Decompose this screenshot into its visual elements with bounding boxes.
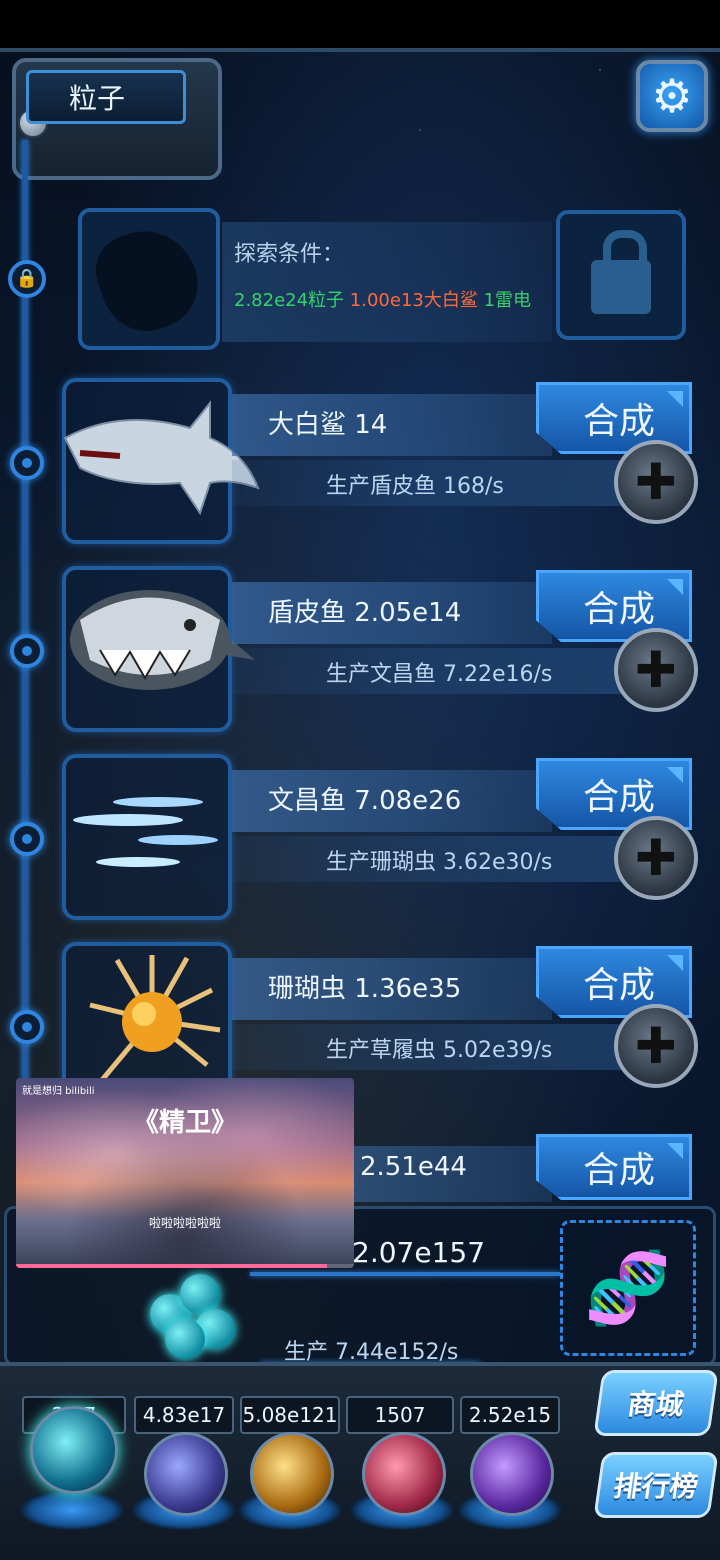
page-title: 粒子 — [26, 70, 186, 124]
merge-button[interactable]: 合成 — [536, 1134, 692, 1200]
video-title: 《精卫》 — [132, 1108, 237, 1138]
production-text: 生产文昌鱼 7.22e16/s — [326, 662, 553, 687]
plus-button[interactable]: ✚ — [614, 1004, 698, 1088]
plus-button[interactable]: ✚ — [614, 628, 698, 712]
creature-row: 大白鲨 14 合成 生产盾皮鱼 168/s ✚ — [0, 378, 720, 558]
req-shark: 1.00e13大白鲨 — [349, 290, 478, 311]
plus-button[interactable]: ✚ — [614, 816, 698, 900]
production-text: 生产珊瑚虫 3.62e30/s — [326, 850, 553, 875]
video-tag: 就是想归 bilibili — [22, 1086, 95, 1097]
req-particles: 2.82e24粒子 — [234, 290, 345, 311]
lightning-orb-icon[interactable] — [144, 1432, 228, 1516]
dunkleosteus-icon — [40, 580, 260, 710]
coral-polyp-icon — [82, 950, 222, 1090]
video-subtitle: 啦啦啦啦啦啦 — [148, 1216, 221, 1230]
video-overlay[interactable]: 就是想归 bilibili 《精卫》 啦啦啦啦啦啦 — [16, 1078, 354, 1268]
great-white-shark-icon — [60, 398, 260, 518]
particle-atom-icon[interactable] — [140, 1264, 250, 1364]
padlock-icon — [591, 230, 651, 314]
resource-lightning: 4.83e17 — [134, 1396, 234, 1434]
brain-orb-icon[interactable] — [362, 1432, 446, 1516]
rail-lock-icon: 🔒 — [8, 260, 46, 298]
portal-orb-icon[interactable] — [470, 1432, 554, 1516]
creature-name: 文昌鱼 7.08e26 — [268, 786, 462, 816]
creature-name: 2.51e44 — [360, 1152, 467, 1182]
resource-portal: 2.52e15 — [460, 1396, 560, 1434]
plus-icon: ✚ — [635, 453, 677, 511]
condition-requirements: 2.82e24粒子 1.00e13大白鲨 1雷电 — [234, 286, 531, 312]
ranking-button[interactable]: 排行榜 — [593, 1452, 719, 1518]
unlock-button[interactable] — [556, 210, 686, 340]
settings-button[interactable]: ⚙ — [636, 60, 708, 132]
creature-name: 盾皮鱼 2.05e14 — [268, 598, 462, 628]
req-lightning: 1雷电 — [483, 290, 532, 311]
lancelet-icon — [68, 790, 228, 880]
plus-icon: ✚ — [635, 1017, 677, 1075]
production-text: 生产草履虫 5.02e39/s — [326, 1038, 553, 1063]
video-progress-fill — [16, 1264, 327, 1268]
nebula-orb-icon[interactable] — [250, 1432, 334, 1516]
video-progress[interactable] — [16, 1264, 354, 1268]
circuit-line — [250, 1272, 560, 1276]
resource-nebula: 5.08e121 — [240, 1396, 340, 1434]
creature-row: 盾皮鱼 2.05e14 合成 生产文昌鱼 7.22e16/s ✚ — [0, 566, 720, 746]
plus-button[interactable]: ✚ — [614, 440, 698, 524]
production-text: 生产盾皮鱼 168/s — [326, 474, 504, 499]
gear-icon: ⚙ — [651, 69, 693, 123]
plus-icon: ✚ — [635, 641, 677, 699]
creature-row: 文昌鱼 7.08e26 合成 生产珊瑚虫 3.62e30/s ✚ — [0, 754, 720, 934]
plus-icon: ✚ — [635, 829, 677, 887]
shop-button[interactable]: 商城 — [593, 1370, 719, 1436]
creature-name: 大白鲨 14 — [268, 410, 388, 440]
particle-orb-icon[interactable] — [30, 1406, 118, 1494]
condition-title: 探索条件： — [234, 242, 345, 267]
resource-brain: 1507 — [346, 1396, 454, 1434]
particle-count: 2.07e157 — [352, 1236, 486, 1269]
orb-base — [20, 1490, 124, 1530]
creature-name: 珊瑚虫 1.36e35 — [268, 974, 462, 1004]
dna-icon[interactable]: 🧬 — [560, 1220, 696, 1356]
